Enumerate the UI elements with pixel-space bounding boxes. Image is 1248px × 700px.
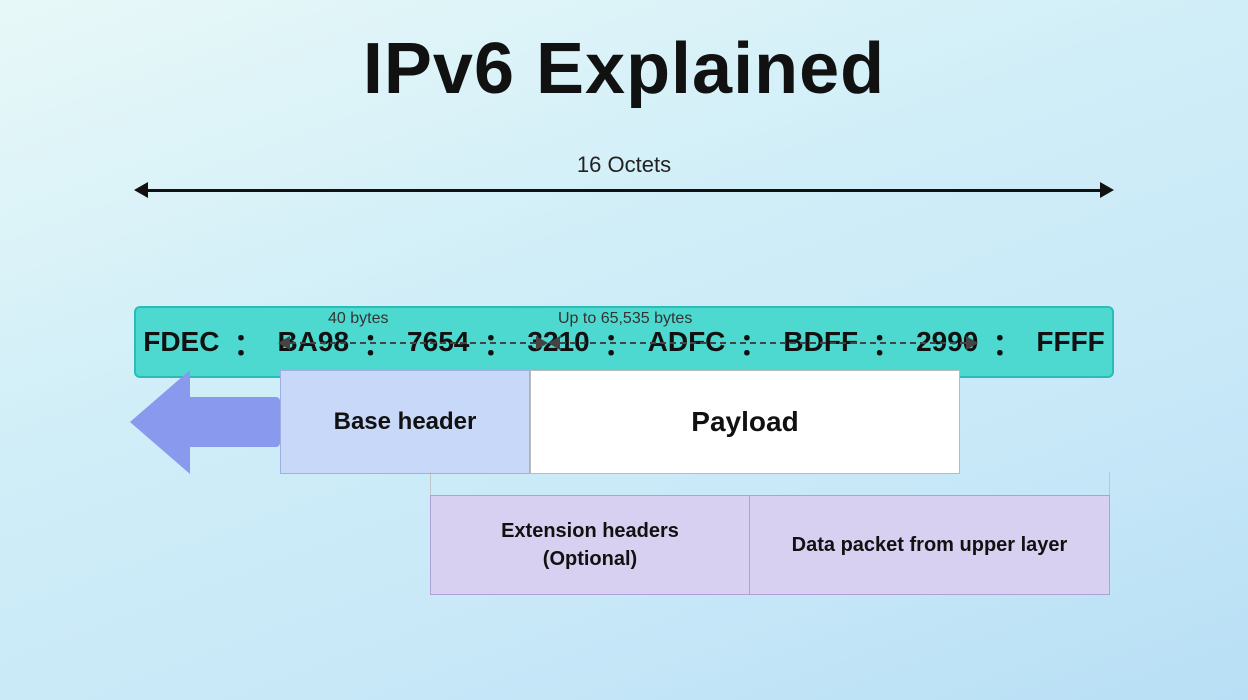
base-header-box: Base header (280, 370, 530, 474)
dashed-arrow-65535bytes (548, 336, 978, 350)
payload-label: Payload (691, 406, 798, 438)
label-65535bytes: Up to 65,535 bytes (558, 310, 692, 328)
left-arrow (130, 370, 280, 474)
dashed-arrow-40bytes (278, 336, 548, 350)
extension-headers-box: Extension headers(Optional) (430, 495, 750, 595)
bottom-boxes-row: Extension headers(Optional) Data packet … (430, 495, 1110, 595)
dashed-arrows-row: 40 bytes Up to 65,535 bytes (278, 310, 1198, 365)
label-40bytes: 40 bytes (328, 310, 388, 328)
octets-label: 16 Octets (577, 152, 671, 178)
extension-headers-label: Extension headers(Optional) (501, 517, 679, 573)
data-packet-box: Data packet from upper layer (750, 495, 1110, 595)
data-packet-label: Data packet from upper layer (792, 534, 1068, 557)
payload-box: Payload (530, 370, 960, 474)
bottom-section: 40 bytes Up to 65,535 bytes Base header … (130, 310, 1198, 365)
base-header-label: Base header (334, 408, 477, 436)
page-title: IPv6 Explained (0, 0, 1248, 110)
packet-row: Base header Payload (130, 370, 1198, 474)
